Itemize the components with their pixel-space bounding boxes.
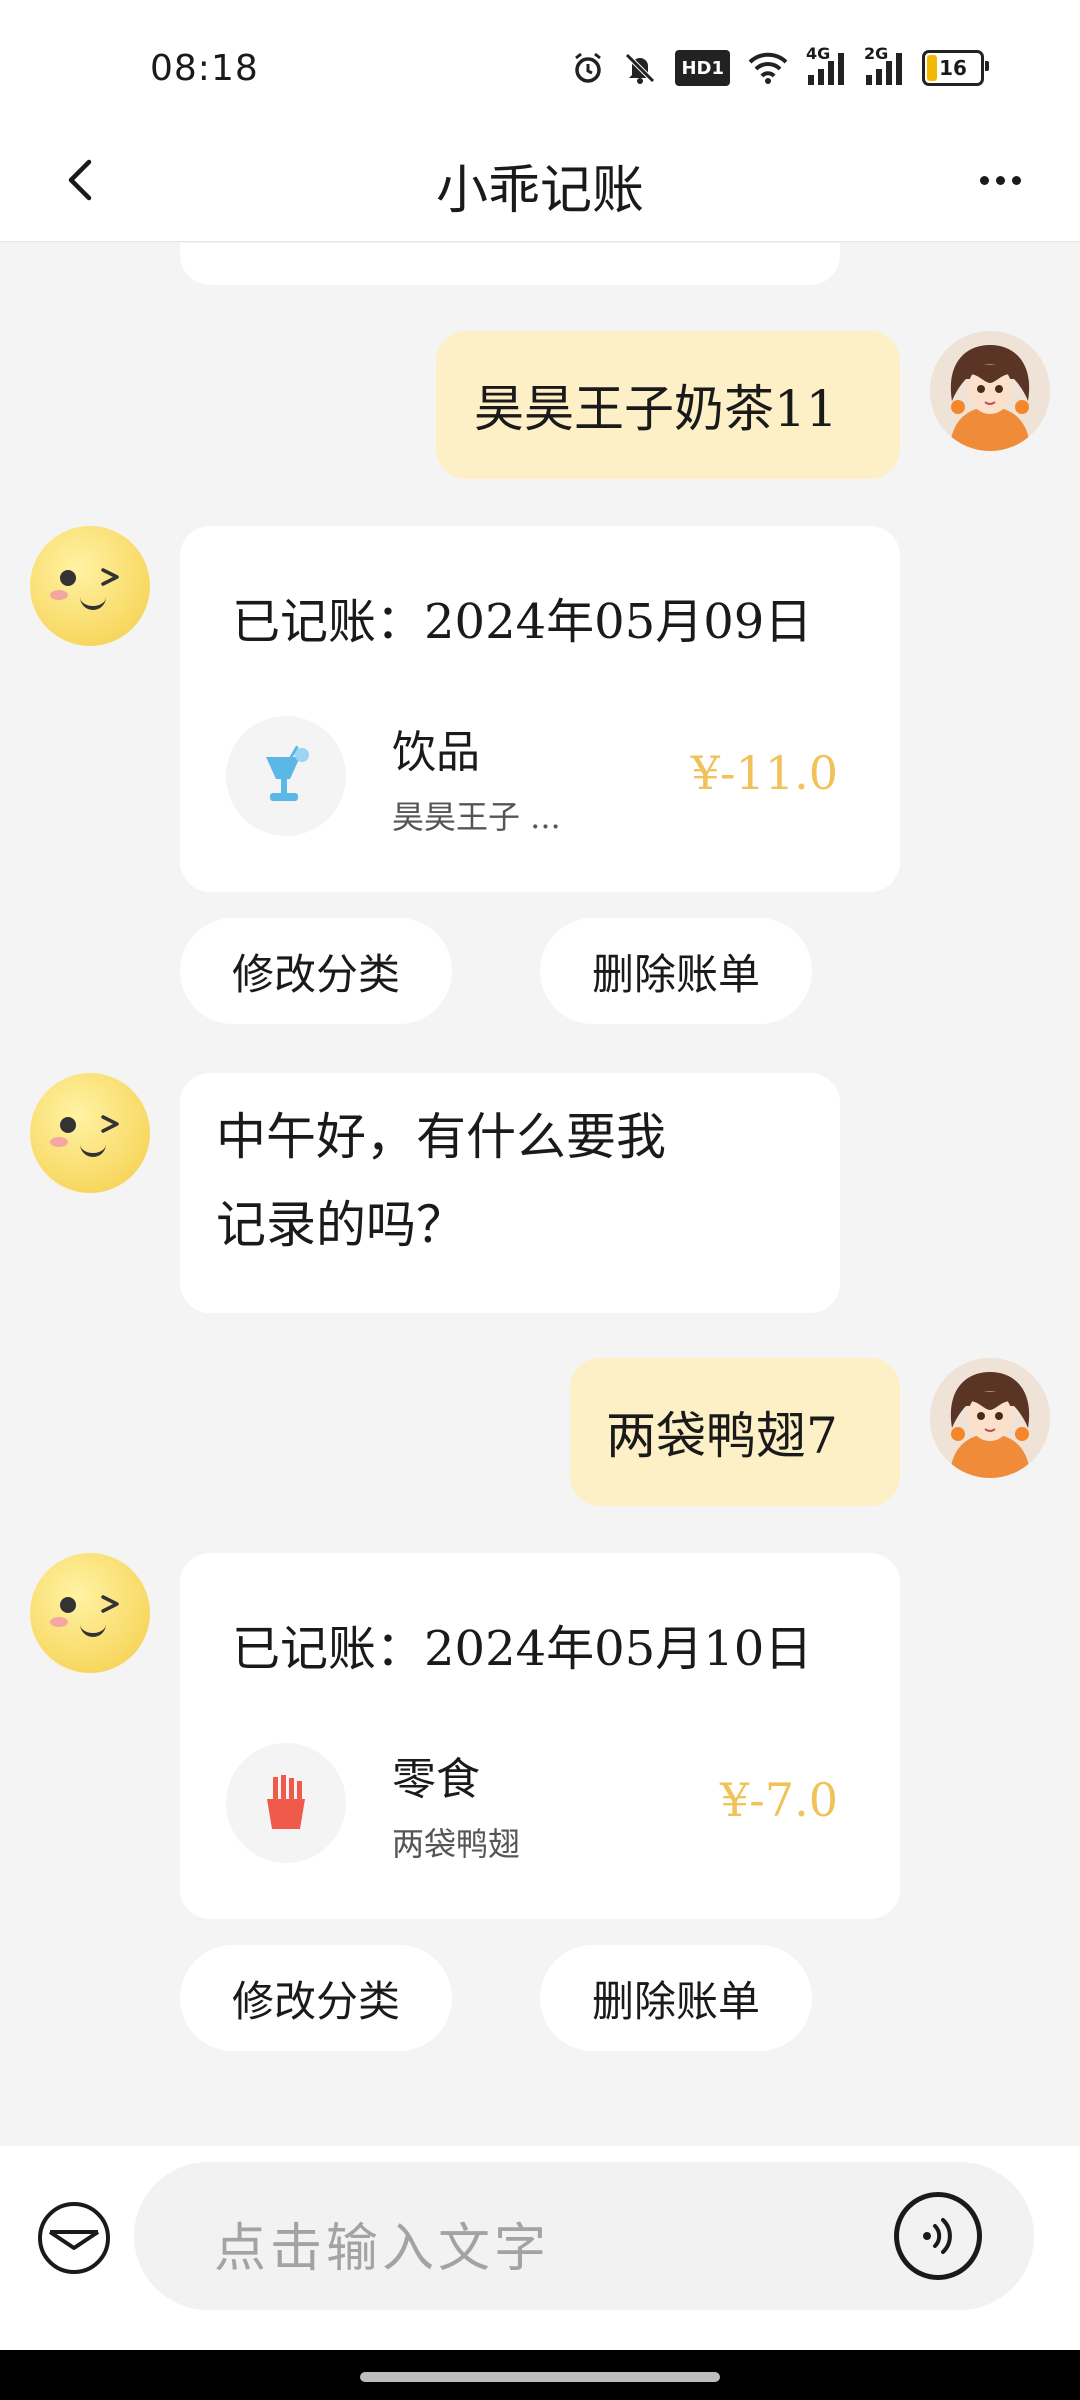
fries-icon [226,1743,346,1863]
user-message-text: 昊昊王子奶茶11 [474,380,838,438]
mute-icon [623,50,657,86]
home-indicator[interactable] [360,2372,720,2382]
user-avatar[interactable] [930,1358,1050,1478]
bot-message[interactable]: 中午好，有什么要我 记录的吗？ [180,1073,840,1313]
ledger-icon[interactable] [34,2198,114,2278]
page-title: 小乖记账 [435,161,644,221]
delete-bill-button[interactable]: 删除账单 [540,918,812,1024]
bot-avatar [30,526,150,646]
chat-area[interactable]: 昊昊王子奶茶11 已记账：2024年05月09日 饮品 昊昊王子 ... ¥-1… [0,243,1080,2143]
wifi-icon [748,50,788,86]
record-title: 已记账：2024年05月10日 [232,1621,813,1677]
record-note: 昊昊王子 ... [392,798,561,836]
battery-level: 16 [939,56,967,80]
record-title: 已记账：2024年05月09日 [232,594,813,650]
previous-message-card [180,243,840,285]
status-icons: HD1 4G 2G 16 [571,44,989,86]
more-dots-icon[interactable] [970,150,1030,210]
bot-avatar [30,1073,150,1193]
status-time: 08:18 [150,48,259,89]
input-placeholder: 点击输入文字 [214,2219,551,2279]
drink-icon [226,716,346,836]
signal-2g-label: 2G [864,44,889,63]
bot-avatar [30,1553,150,1673]
hd-icon: HD1 [675,50,730,86]
voice-icon[interactable] [894,2192,982,2280]
record-category: 零食 [392,1754,480,1805]
status-bar: 08:18 HD1 4G 2G 16 [0,0,1080,138]
signal-4g-icon: 4G [806,44,846,86]
record-amount: ¥-11.0 [690,746,838,800]
system-navigation-area [0,2350,1080,2400]
user-avatar[interactable] [930,331,1050,451]
change-category-button[interactable]: 修改分类 [180,1945,452,2051]
bot-message-line1: 中午好，有什么要我 [216,1108,666,1166]
record-card[interactable]: 已记账：2024年05月09日 饮品 昊昊王子 ... ¥-11.0 [180,526,900,892]
signal-4g-label: 4G [806,44,831,63]
alarm-icon [571,50,605,86]
nav-bar: 小乖记账 [0,120,1080,242]
record-card[interactable]: 已记账：2024年05月10日 零食 两袋鸭翅 ¥-7.0 [180,1553,900,1919]
user-message-text: 两袋鸭翅7 [606,1407,838,1465]
message-input[interactable]: 点击输入文字 [134,2162,1034,2310]
record-amount: ¥-7.0 [720,1773,838,1827]
signal-2g-icon: 2G [864,44,904,86]
change-category-button[interactable]: 修改分类 [180,918,452,1024]
record-note: 两袋鸭翅 [392,1825,521,1863]
user-message[interactable]: 两袋鸭翅7 [570,1358,900,1506]
bot-message-line2: 记录的吗？ [216,1196,466,1254]
user-message[interactable]: 昊昊王子奶茶11 [436,331,900,479]
input-bar: 点击输入文字 [0,2146,1080,2350]
record-category: 饮品 [392,727,480,778]
delete-bill-button[interactable]: 删除账单 [540,1945,812,2051]
battery-icon: 16 [922,50,989,86]
